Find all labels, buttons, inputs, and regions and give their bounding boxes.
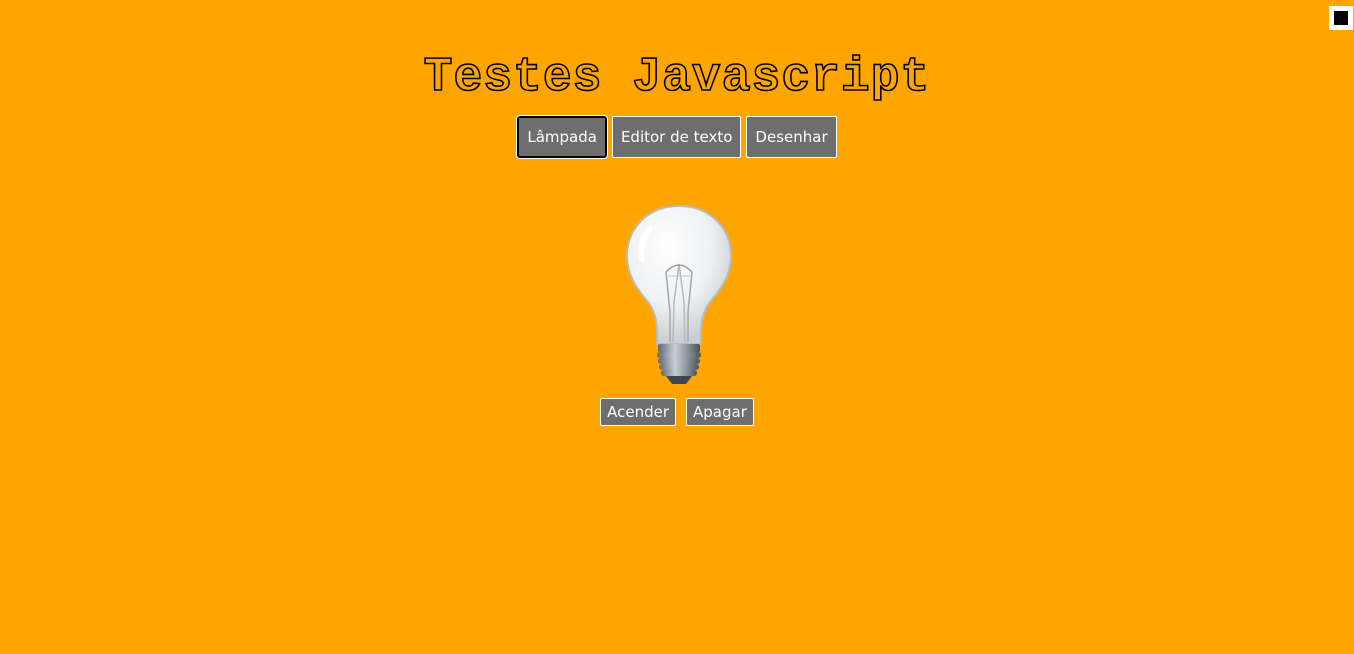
tab-desenhar[interactable]: Desenhar: [746, 116, 837, 158]
turn-off-button[interactable]: Apagar: [686, 398, 754, 426]
lightbulb-image: [620, 202, 738, 386]
tab-lampada[interactable]: Lâmpada: [517, 116, 607, 158]
square-icon: [1334, 11, 1348, 25]
turn-on-button[interactable]: Acender: [600, 398, 677, 426]
page-title: Testes Javascript: [423, 50, 931, 106]
theme-toggle-button[interactable]: [1329, 6, 1353, 30]
lightbulb-icon: [625, 204, 733, 384]
lamp-controls: Acender Apagar: [0, 398, 1354, 426]
tab-editor-de-texto[interactable]: Editor de texto: [611, 116, 742, 158]
nav-tabs: Lâmpada Editor de texto Desenhar: [0, 116, 1354, 158]
